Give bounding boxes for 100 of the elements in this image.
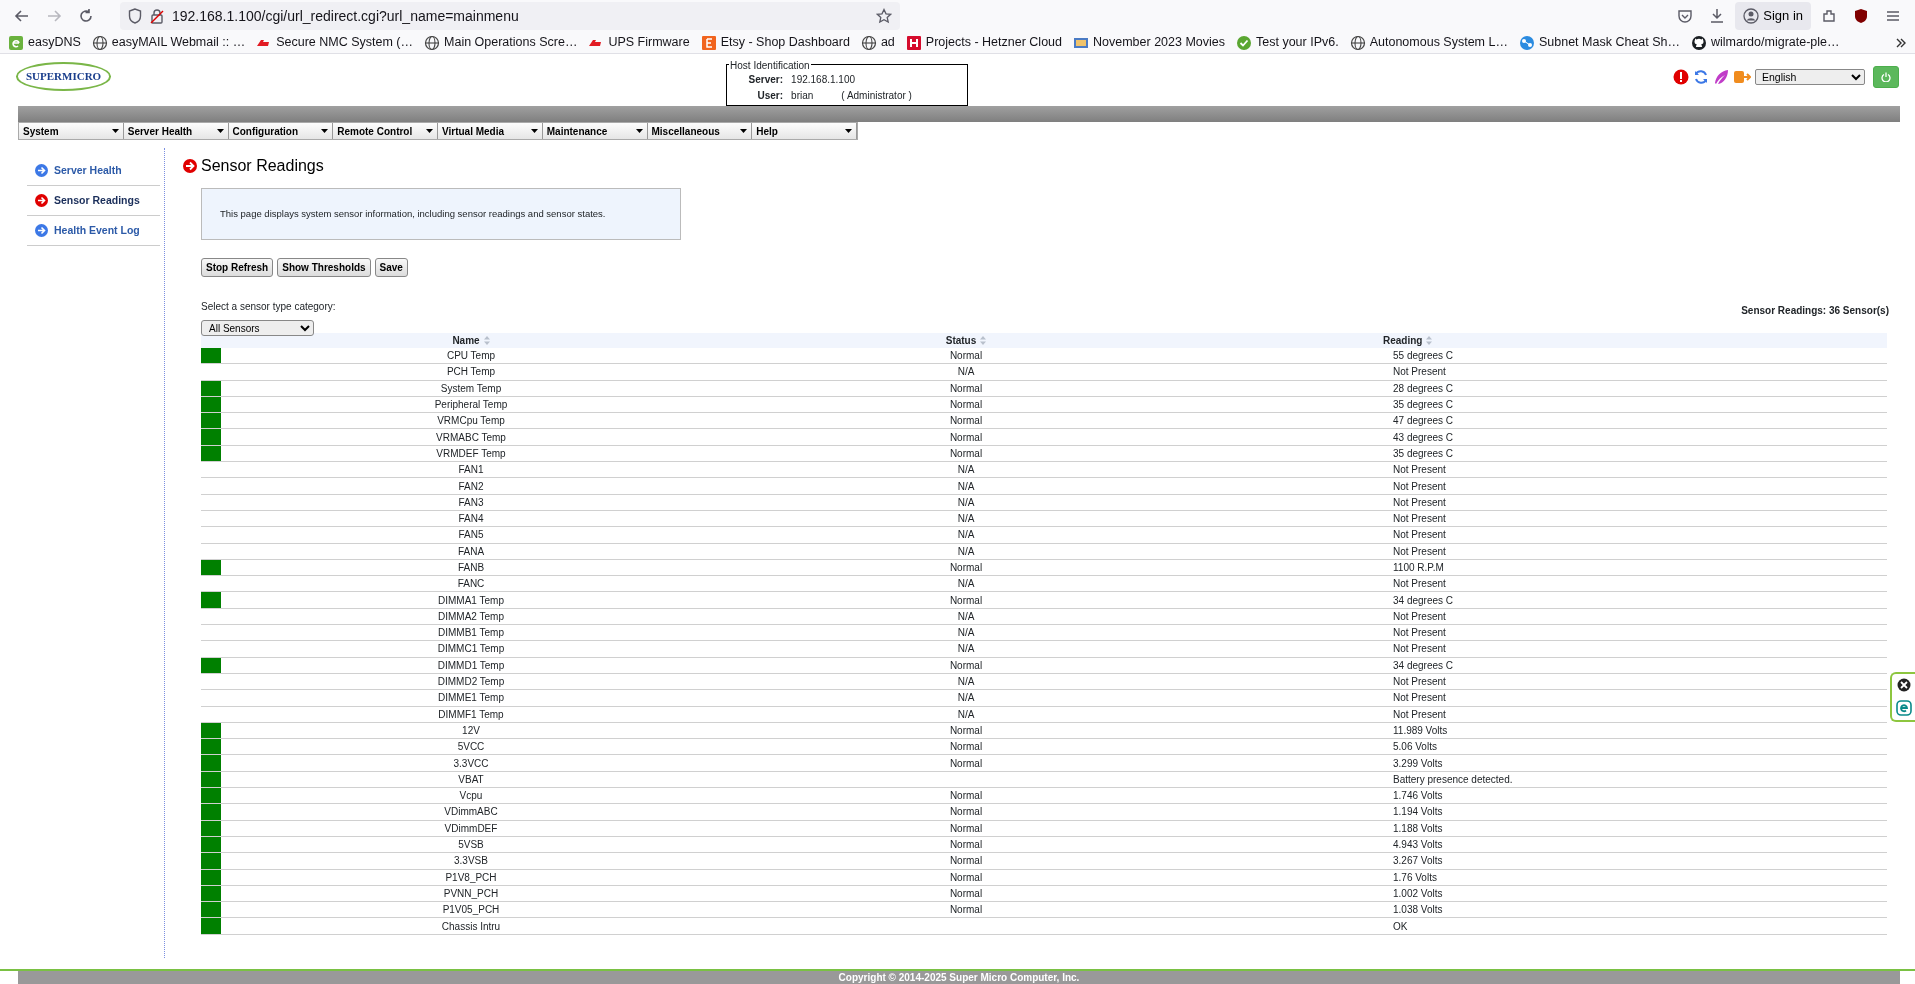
feather-icon[interactable] bbox=[1713, 69, 1729, 85]
language-select[interactable]: English bbox=[1755, 69, 1865, 85]
arrow-icon bbox=[35, 164, 48, 177]
table-cell: Normal bbox=[949, 659, 983, 671]
table-cell: Normal bbox=[949, 447, 983, 459]
bookmark[interactable]: wilmardo/migrate-ple… bbox=[1691, 33, 1840, 52]
table-cell: DIMMC1 Temp bbox=[437, 643, 505, 655]
table-cell: Normal bbox=[949, 415, 983, 427]
table-cell: Not Present bbox=[1393, 708, 1446, 720]
table-cell: PCH Temp bbox=[446, 366, 496, 378]
table-cell: N/A bbox=[957, 610, 975, 622]
table-cell: VDimmABC bbox=[444, 806, 498, 818]
table-cell: 1.038 Volts bbox=[1393, 904, 1443, 916]
menu-item[interactable]: Configuration bbox=[228, 123, 334, 139]
bookmark[interactable]: Main Operations Scre… bbox=[424, 33, 578, 52]
bookmark[interactable]: Test your IPv6. bbox=[1236, 33, 1339, 52]
star-icon[interactable] bbox=[875, 8, 892, 24]
chevron-icon[interactable] bbox=[1895, 36, 1907, 49]
bookmark[interactable]: November 2023 Movies bbox=[1073, 33, 1225, 52]
menu-item[interactable]: System bbox=[19, 123, 124, 139]
power-button[interactable] bbox=[1873, 66, 1899, 88]
caret-icon bbox=[635, 129, 643, 133]
close-icon[interactable] bbox=[1896, 678, 1911, 692]
column-header[interactable]: Name bbox=[452, 332, 490, 348]
sidebar-item[interactable]: Sensor Readings bbox=[27, 186, 160, 216]
caret-icon bbox=[740, 129, 748, 133]
table-cell: N/A bbox=[957, 496, 975, 508]
table-cell: 3.267 Volts bbox=[1393, 855, 1443, 867]
table-cell: DIMMD1 Temp bbox=[437, 659, 505, 671]
table-cell: Normal bbox=[949, 562, 983, 573]
table-cell: 3.3VSB bbox=[454, 855, 488, 867]
globe-icon bbox=[424, 34, 440, 51]
bookmark[interactable]: UPS Firmware bbox=[588, 33, 690, 52]
bookmark[interactable]: Projects - Hetzner Cloud bbox=[905, 33, 1062, 52]
menu-item[interactable]: Virtual Media bbox=[438, 123, 543, 139]
table-cell: 3.299 Volts bbox=[1393, 757, 1443, 769]
bookmark[interactable]: ad bbox=[860, 33, 895, 52]
back-icon bbox=[14, 8, 30, 24]
menu-item[interactable]: Server Health bbox=[123, 123, 229, 139]
refresh-icon[interactable] bbox=[1693, 69, 1709, 85]
column-header[interactable]: Status bbox=[945, 332, 987, 348]
table-cell: N/A bbox=[957, 692, 975, 704]
table-cell: VRMCpu Temp bbox=[437, 415, 505, 427]
table-cell: Normal bbox=[949, 790, 983, 802]
table-cell: 43 degrees C bbox=[1393, 431, 1454, 443]
table-cell: Normal bbox=[949, 806, 983, 818]
address-bar[interactable]: 192.168.1.100/cgi/url_redirect.cgi?url_name=mainmenu bbox=[120, 2, 900, 30]
action-button[interactable]: Save bbox=[374, 258, 408, 277]
sidebar-item[interactable]: Health Event Log bbox=[27, 216, 160, 246]
bookmark[interactable]: Autonomous System L… bbox=[1349, 33, 1508, 52]
bookmark[interactable]: Etsy - Shop Dashboard bbox=[700, 33, 850, 52]
table-cell: Normal bbox=[949, 594, 983, 606]
sort-icon bbox=[483, 335, 490, 345]
menu-item[interactable]: Remote Control bbox=[333, 123, 438, 139]
bookmark[interactable]: easyDNS bbox=[8, 33, 81, 52]
table-cell: Not Present bbox=[1393, 676, 1446, 688]
table-cell: Not Present bbox=[1393, 513, 1446, 525]
table-cell: Not Present bbox=[1393, 610, 1446, 622]
table-cell: 5VSB bbox=[458, 839, 484, 851]
table-cell: N/A bbox=[957, 627, 975, 639]
sort-icon bbox=[980, 335, 987, 345]
lock-icon[interactable] bbox=[150, 8, 164, 24]
table-cell: Chassis Intru bbox=[441, 920, 501, 932]
table-cell: VBAT bbox=[458, 773, 484, 785]
caret-icon bbox=[321, 129, 329, 133]
table-cell: 1.194 Volts bbox=[1393, 806, 1443, 818]
arrow-icon bbox=[35, 194, 48, 207]
account-icon bbox=[1743, 8, 1760, 24]
sidebar-item[interactable]: Server Health bbox=[27, 156, 160, 186]
bookmark[interactable]: Secure NMC System (… bbox=[256, 33, 413, 52]
action-button[interactable]: Stop Refresh bbox=[201, 258, 274, 277]
bookmark[interactable]: Subnet Mask Cheat Sh… bbox=[1518, 33, 1680, 52]
table-cell: 34 degrees C bbox=[1393, 659, 1454, 671]
eset-icon[interactable] bbox=[1895, 700, 1912, 716]
menu-item[interactable]: Help bbox=[752, 123, 857, 139]
table-cell: N/A bbox=[957, 708, 975, 720]
arrow-icon bbox=[35, 224, 48, 237]
alert-icon[interactable] bbox=[1673, 69, 1689, 85]
field-label: Server: bbox=[747, 73, 784, 87]
role-text: ( Administrator ) bbox=[841, 89, 912, 103]
shield-icon[interactable] bbox=[128, 8, 142, 24]
table-cell: 12V bbox=[462, 724, 480, 736]
table-cell: FANA bbox=[457, 545, 485, 557]
action-button[interactable]: Show Thresholds bbox=[277, 258, 371, 277]
field-value: brian bbox=[791, 89, 814, 103]
table-cell: FAN4 bbox=[458, 513, 484, 525]
sign-in-button[interactable]: Sign in bbox=[1735, 2, 1811, 30]
table-cell: Normal bbox=[949, 757, 983, 769]
table-cell: N/A bbox=[957, 366, 975, 378]
table-cell: N/A bbox=[957, 545, 975, 557]
table-cell: Not Present bbox=[1393, 627, 1446, 639]
menu-item[interactable]: Maintenance bbox=[542, 123, 648, 139]
table-cell: Normal bbox=[949, 822, 983, 834]
column-header[interactable]: Reading bbox=[1383, 332, 1433, 348]
logout-icon[interactable] bbox=[1733, 69, 1751, 85]
caret-icon bbox=[216, 129, 224, 133]
table-cell: DIMMF1 Temp bbox=[438, 708, 504, 720]
menu-item[interactable]: Miscellaneous bbox=[647, 123, 753, 139]
category-select[interactable]: All Sensors bbox=[201, 320, 314, 336]
bookmark[interactable]: easyMAIL Webmail :: … bbox=[91, 33, 246, 52]
